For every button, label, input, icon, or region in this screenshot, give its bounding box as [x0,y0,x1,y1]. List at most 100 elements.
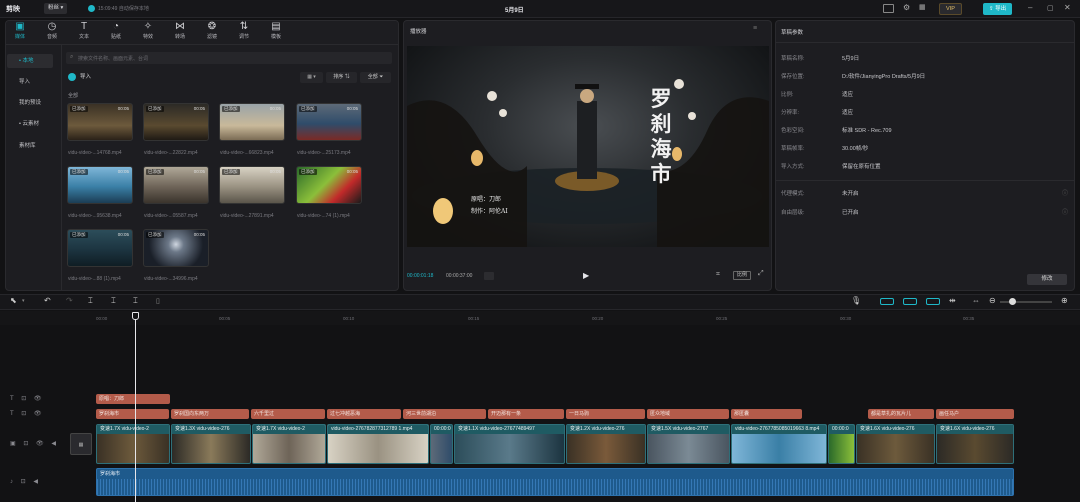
lyric-clip[interactable]: 匿众地域 [647,409,729,419]
media-clip[interactable]: 已添加 00:05 [67,166,133,204]
delete-icon[interactable]: ▯ [156,297,160,305]
video-preview[interactable]: 罗刹海市 原唱：刀郎 制作：阿伦AI [407,46,769,247]
media-clip[interactable]: 已添加 00:05 [67,103,133,141]
audio-clip[interactable]: 罗刹海市 [96,468,1014,496]
lyric-clip[interactable]: 过七冲越恶海 [327,409,401,419]
media-clip[interactable]: 已添加 00:05 [296,166,362,204]
video-clip[interactable]: 变速1.7X vidu-video-2 [252,424,326,464]
text-clip[interactable]: 原唱：刀郎 [96,394,170,404]
search-input[interactable]: ⌕ 搜索文件名称、画面元素、台词 [66,52,392,64]
zoom-in-icon[interactable]: ⊕ [1061,296,1068,305]
media-clip[interactable]: 已添加 00:05 [296,103,362,141]
select-tool-icon[interactable]: ⬉ [10,296,17,305]
clip-duration: 00:05 [193,232,205,237]
lyric-clip[interactable]: 那匿囊 [731,409,802,419]
video-clip[interactable]: 变速1.6X vidu-video-276 [936,424,1014,464]
view-toggle[interactable]: ▦ ▾ [300,72,323,83]
settings-icon[interactable]: ⚙ [903,3,910,12]
lyric-clip[interactable]: 一日马驹 [566,409,645,419]
media-clip[interactable]: 已添加 00:05 [143,229,209,267]
ratio-button[interactable]: 比例 [733,271,752,280]
split-right-icon[interactable]: ⌶ [133,296,138,306]
lyric-clip[interactable]: 罗刹海市 [96,409,169,419]
vip-button[interactable]: VIP [939,3,962,15]
tool-sticker[interactable]: ◔ 贴纸 [104,21,128,40]
tool-adjust[interactable]: ⇅ 调节 [232,21,256,40]
tool-transition[interactable]: ⋈ 转场 [168,21,192,40]
sidebar-item-library[interactable]: 素材库 [7,139,53,153]
snap-icon[interactable] [880,298,894,305]
align-icon[interactable]: ⇹ [949,296,956,305]
video-clip[interactable]: 变速1.5X vidu-video-2767 [647,424,730,464]
cover-button[interactable]: ▦ [70,433,92,455]
zoom-slider[interactable] [1000,301,1052,303]
tool-audio[interactable]: ◷ 音频 [40,21,64,40]
media-clip[interactable]: 已添加 00:05 [67,229,133,267]
video-clip[interactable]: 变速1.1X vidu-video-27677489497 [454,424,565,464]
track-header-text2[interactable]: T ⊡ 👁 [10,410,45,417]
playhead[interactable] [132,312,139,502]
shortcut-icon[interactable] [883,4,894,13]
menu-icon[interactable]: ≡ [753,25,757,32]
redo-icon[interactable]: ↷ [66,296,73,305]
zoom-slider-handle[interactable] [1009,298,1016,305]
tool-media[interactable]: ▣ 媒体 [8,21,32,40]
preview-axis-icon[interactable] [926,298,940,305]
video-clip[interactable]: 变速1.3X vidu-video-276 [171,424,251,464]
video-clip[interactable]: vidu-video-276782877312789 1.mp4 [327,424,429,464]
media-clip[interactable]: 已添加 00:05 [143,103,209,141]
filter-button[interactable]: 全部 ⏷ [360,72,391,83]
timecode-toggle[interactable] [484,272,494,280]
split-icon[interactable]: ⌶ [88,296,93,306]
track-header-text1[interactable]: T ⊡ 👁 [10,395,45,402]
media-clip[interactable]: 已添加 00:05 [143,166,209,204]
lyric-clip[interactable]: 罗刹国向东两万 [171,409,249,419]
sort-button[interactable]: 排序 ⇅ [326,72,357,83]
playhead-handle[interactable] [132,312,139,320]
video-clip[interactable]: 00:00:0 [828,424,855,464]
link-icon[interactable] [903,298,917,305]
crop-icon[interactable]: ⌗ [716,271,720,279]
layout-icon[interactable]: ▦ [919,3,926,11]
media-clip[interactable]: 已添加 00:05 [219,166,285,204]
lyric-clip[interactable]: 六千里过 [251,409,325,419]
video-clip[interactable]: 变速1.6X vidu-video-276 [856,424,935,464]
info-icon[interactable]: ⓘ [1062,207,1068,216]
tool-template[interactable]: ▤ 模板 [264,21,288,40]
undo-icon[interactable]: ↶ [44,296,51,305]
video-clip-label: 00:00:0 [431,425,452,434]
fullscreen-icon[interactable]: ⤢ [758,270,764,278]
sidebar-item-presets[interactable]: 我的预设 [7,96,53,110]
import-button[interactable]: 导入 [68,72,118,83]
lyric-clip[interactable]: 画任马户 [936,409,1014,419]
play-icon[interactable]: ▶ [583,271,589,280]
tool-effects[interactable]: ✧ 特效 [136,21,160,40]
chevron-down-icon[interactable]: ▾ [22,298,25,304]
track-header-audio[interactable]: ♪ ⊡ ◀ [10,478,41,485]
tool-filter[interactable]: ❂ 滤镜 [200,21,224,40]
edit-button[interactable]: 修改 [1027,274,1067,285]
close-icon[interactable]: ✕ [1064,3,1071,12]
tool-text[interactable]: T 文本 [72,21,96,40]
export-button[interactable]: ⇪ 导出 [983,3,1013,15]
sidebar-item-cloud[interactable]: • 云素材 [7,117,53,131]
lyric-clip[interactable]: 都是草扎的瓦片儿 [868,409,934,419]
sidebar-item-import[interactable]: 导入 [7,75,53,89]
video-clip[interactable]: 00:00:0 [430,424,453,464]
info-icon[interactable]: ⓘ [1062,188,1068,197]
minimize-icon[interactable]: – [1028,3,1032,12]
split-left-icon[interactable]: ⌶ [111,296,116,306]
sidebar-item-local[interactable]: • 本地 [7,54,53,68]
lyric-clip[interactable]: 开迈那有一条 [488,409,564,419]
lyric-clip[interactable]: 河三世前湖泊 [403,409,486,419]
account-button[interactable]: 粉丝 ▾ [44,3,68,14]
fit-icon[interactable]: ⇔ [972,296,980,305]
video-clip[interactable]: 变速1.7X vidu-video-2 [96,424,170,464]
track-header-video[interactable]: ▣ ⊡ 👁 ◀ [10,440,59,447]
maximize-icon[interactable]: ▢ [1047,4,1054,12]
microphone-icon[interactable]: 🎙 [851,296,861,305]
video-clip[interactable]: vidu-video-2767785085019663 8.mp4 [731,424,827,464]
video-clip[interactable]: 变速1.2X vidu-video-276 [566,424,646,464]
media-clip[interactable]: 已添加 00:05 [219,103,285,141]
zoom-out-icon[interactable]: ⊖ [989,296,996,305]
